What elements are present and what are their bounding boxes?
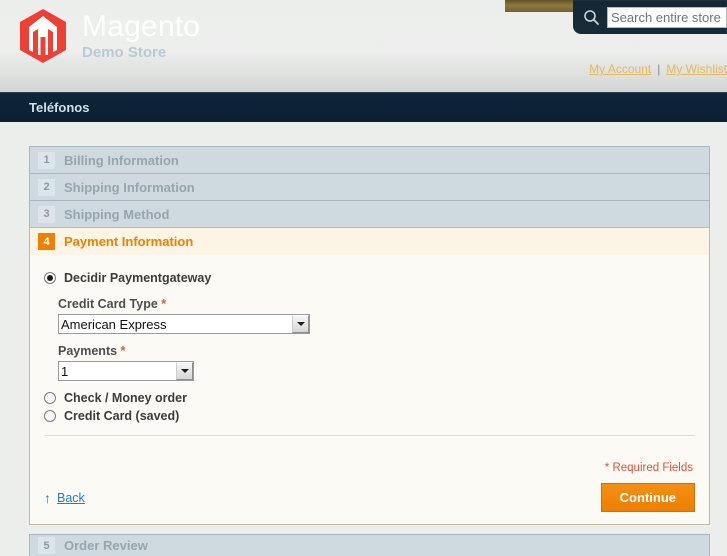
- continue-button[interactable]: Continue: [600, 483, 695, 512]
- radio-credit-card-saved[interactable]: [44, 410, 56, 422]
- payment-actions: ↑ Back Continue: [44, 483, 695, 512]
- site-logo[interactable]: Magento Demo Store: [16, 7, 200, 65]
- payment-method-label: Decidir Paymentgateway: [64, 271, 212, 285]
- search-icon[interactable]: [583, 9, 600, 26]
- step-title: Payment Information: [64, 234, 194, 249]
- checkout-step-shipping-information[interactable]: 2 Shipping Information: [29, 173, 710, 200]
- nav-item-telefonos[interactable]: Teléfonos: [29, 100, 89, 115]
- required-asterisk: *: [120, 344, 126, 358]
- brand-name: Magento: [82, 10, 201, 43]
- my-wishlist-link[interactable]: My Wishlist: [666, 62, 727, 76]
- payment-method-decidir[interactable]: Decidir Paymentgateway: [44, 271, 695, 285]
- checkout-step-shipping-method[interactable]: 3 Shipping Method: [29, 200, 710, 227]
- payments-select[interactable]: 123612: [58, 361, 194, 381]
- search-area: [573, 0, 727, 34]
- site-header: Magento Demo Store My Account | My Wishl…: [0, 0, 727, 92]
- payments-label: Payments *: [58, 344, 695, 358]
- main-navigation: Teléfonos: [0, 92, 727, 122]
- payment-method-label: Check / Money order: [64, 391, 187, 405]
- checkout-step-order-review[interactable]: 5 Order Review: [29, 534, 710, 556]
- radio-check-money-order[interactable]: [44, 392, 56, 404]
- section-divider: [44, 435, 695, 436]
- payments-field: Payments * 123612: [58, 344, 695, 381]
- step-title: Order Review: [64, 538, 148, 553]
- account-links: My Account | My Wishlist: [589, 62, 727, 76]
- search-input[interactable]: [607, 6, 727, 28]
- step-number: 2: [38, 178, 55, 196]
- label-text: Payments: [58, 344, 118, 358]
- step-title: Shipping Method: [64, 206, 170, 222]
- step-number: 4: [38, 233, 55, 250]
- payment-method-check-money-order[interactable]: Check / Money order: [44, 391, 695, 405]
- back-link[interactable]: ↑ Back: [44, 491, 85, 505]
- step-title: Shipping Information: [64, 179, 195, 195]
- credit-card-type-select[interactable]: American ExpressVisaMasterCardDiners: [58, 314, 310, 334]
- checkout-step-payment-information[interactable]: 4 Payment Information: [29, 227, 710, 255]
- step-number: 1: [38, 151, 55, 169]
- credit-card-type-select-wrap: American ExpressVisaMasterCardDiners: [58, 314, 310, 334]
- decidir-fields: Credit Card Type * American ExpressVisaM…: [58, 297, 695, 381]
- checkout-step-billing-information[interactable]: 1 Billing Information: [29, 146, 710, 173]
- step-number: 3: [38, 205, 55, 223]
- radio-decidir[interactable]: [44, 272, 56, 284]
- payment-method-label: Credit Card (saved): [64, 409, 180, 423]
- payments-select-wrap: 123612: [58, 361, 194, 381]
- step-title: Billing Information: [64, 152, 179, 168]
- my-account-link[interactable]: My Account: [589, 62, 651, 76]
- link-separator: |: [657, 62, 661, 76]
- credit-card-type-field: Credit Card Type * American ExpressVisaM…: [58, 297, 695, 334]
- magento-hexagon-logo: [20, 9, 66, 63]
- label-text: Credit Card Type: [58, 297, 158, 311]
- credit-card-type-label: Credit Card Type *: [58, 297, 695, 311]
- required-asterisk: *: [161, 297, 167, 311]
- arrow-up-icon: ↑: [44, 489, 51, 506]
- back-label: Back: [57, 490, 85, 505]
- required-fields-note: * Required Fields: [604, 462, 693, 474]
- page-content: 1 Billing Information 2 Shipping Informa…: [0, 122, 727, 556]
- payment-method-credit-card-saved[interactable]: Credit Card (saved): [44, 409, 695, 423]
- payment-information-panel: Decidir Paymentgateway Credit Card Type …: [29, 255, 710, 525]
- brand-text: Magento Demo Store: [82, 10, 201, 61]
- checkout-accordion: 1 Billing Information 2 Shipping Informa…: [29, 146, 710, 556]
- brand-subtitle: Demo Store: [82, 44, 167, 61]
- step-number: 5: [38, 537, 55, 554]
